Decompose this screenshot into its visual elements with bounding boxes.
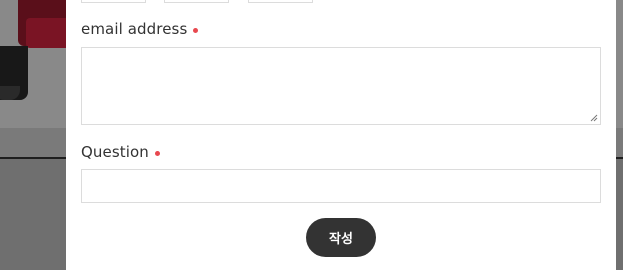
question-input[interactable] xyxy=(81,169,601,203)
inquiry-modal: email address Question 작성 xyxy=(66,0,616,270)
email-textarea[interactable] xyxy=(81,47,601,125)
field-stub-2[interactable] xyxy=(164,0,229,3)
submit-button[interactable]: 작성 xyxy=(306,218,376,257)
resize-handle-icon[interactable] xyxy=(590,114,598,122)
question-field-label: Question xyxy=(81,143,160,161)
question-label-text: Question xyxy=(81,143,149,161)
email-label-text: email address xyxy=(81,20,188,38)
required-indicator xyxy=(154,150,160,156)
email-field-label: email address xyxy=(81,20,199,38)
field-stub-1[interactable] xyxy=(81,0,146,3)
field-stub-3[interactable] xyxy=(248,0,313,3)
required-indicator xyxy=(193,27,199,33)
product-image xyxy=(0,0,66,100)
